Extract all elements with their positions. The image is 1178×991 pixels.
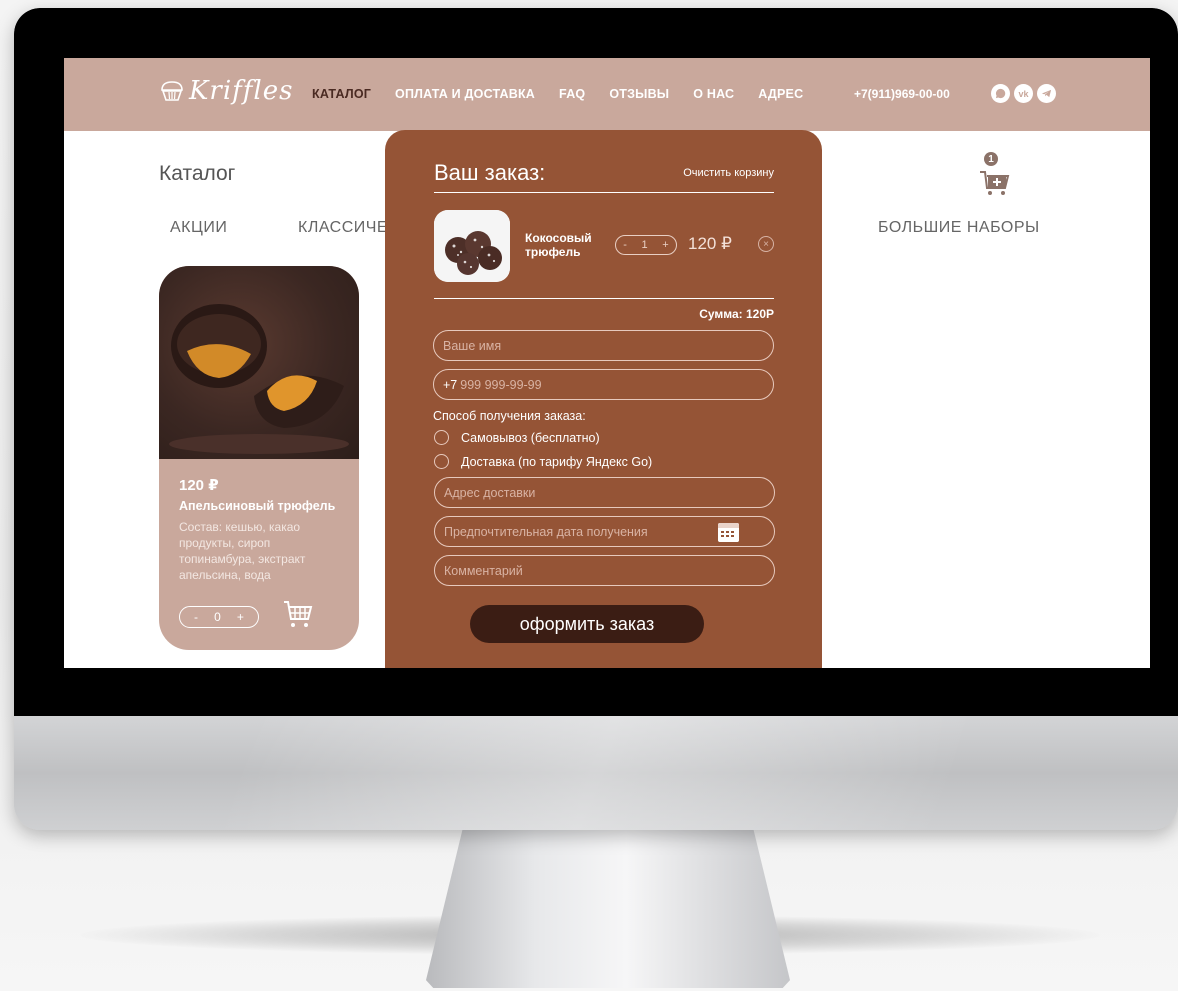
site-header: Kriffles КАТАЛОГ ОПЛАТА И ДОСТАВКА FAQ О… xyxy=(64,58,1150,131)
tab-promotions[interactable]: АКЦИИ xyxy=(170,219,227,237)
decrement-button[interactable]: - xyxy=(623,239,627,251)
divider xyxy=(434,192,774,193)
monitor-chin-shine xyxy=(14,716,1178,830)
radio-delivery[interactable]: Доставка (по тарифу Яндекс Go) xyxy=(434,454,652,469)
product-card: 120 ₽ Апельсиновый трюфель Состав: кешью… xyxy=(159,266,359,650)
quantity-value: 1 xyxy=(641,239,648,251)
tab-big-sets[interactable]: БОЛЬШИЕ НАБОРЫ xyxy=(878,219,1040,237)
quantity-value: 0 xyxy=(214,610,221,624)
nav-catalog[interactable]: КАТАЛОГ xyxy=(312,87,371,101)
order-item-image xyxy=(434,210,510,282)
address-placeholder: Адрес доставки xyxy=(444,485,536,500)
clear-cart-link[interactable]: Очистить корзину xyxy=(683,167,774,179)
delivery-method-label: Способ получения заказа: xyxy=(433,409,586,423)
phone-number[interactable]: +7(911)969-00-00 xyxy=(854,87,950,101)
order-modal: Ваш заказ: Очистить корзину Кокосовый тр… xyxy=(385,130,822,668)
calendar-icon[interactable] xyxy=(718,523,739,542)
increment-button[interactable]: + xyxy=(662,239,668,251)
phone-prefix: +7 xyxy=(443,377,458,392)
comment-placeholder: Комментарий xyxy=(444,563,523,578)
tab-classic[interactable]: КЛАССИЧЕ xyxy=(298,219,388,237)
product-name: Апельсиновый трюфель xyxy=(179,499,336,513)
nav-reviews[interactable]: ОТЗЫВЫ xyxy=(609,87,669,101)
add-to-cart-icon[interactable] xyxy=(283,599,313,629)
header-cart[interactable]: 1 xyxy=(978,152,1012,196)
increment-button[interactable]: + xyxy=(237,610,244,624)
website-screen: Kriffles КАТАЛОГ ОПЛАТА И ДОСТАВКА FAQ О… xyxy=(64,58,1150,668)
phone-input[interactable]: +7 999 999-99-99 xyxy=(433,369,774,400)
divider xyxy=(434,298,774,299)
order-sum: Сумма: 120Р xyxy=(699,307,774,321)
order-title: Ваш заказ: xyxy=(434,160,546,185)
order-item-name: Кокосовый трюфель xyxy=(525,231,592,259)
nav-about[interactable]: О НАС xyxy=(693,87,734,101)
product-image xyxy=(159,266,359,459)
main-nav: КАТАЛОГ ОПЛАТА И ДОСТАВКА FAQ ОТЗЫВЫ О Н… xyxy=(312,87,827,101)
vk-label: vk xyxy=(1018,88,1029,99)
page-title: Каталог xyxy=(159,162,236,185)
order-item-price: 120 ₽ xyxy=(688,234,732,253)
radio-label: Доставка (по тарифу Яндекс Go) xyxy=(461,454,653,469)
order-item-quantity-stepper[interactable]: - 1 + xyxy=(615,235,677,255)
phone-placeholder: 999 999-99-99 xyxy=(460,377,542,392)
name-placeholder: Ваше имя xyxy=(443,338,502,353)
radio-button[interactable] xyxy=(434,430,449,445)
name-input[interactable]: Ваше имя xyxy=(433,330,774,361)
social-links: vk xyxy=(991,84,1056,103)
cupcake-icon xyxy=(161,81,183,101)
site-logo[interactable]: Kriffles xyxy=(159,76,293,106)
nav-faq[interactable]: FAQ xyxy=(559,87,585,101)
monitor-stand xyxy=(426,830,790,988)
product-price: 120 ₽ xyxy=(179,477,219,494)
nav-payment-delivery[interactable]: ОПЛАТА И ДОСТАВКА xyxy=(395,87,535,101)
telegram-icon[interactable] xyxy=(1037,84,1056,103)
comment-input[interactable]: Комментарий xyxy=(434,555,775,586)
whatsapp-icon[interactable] xyxy=(991,84,1010,103)
address-input[interactable]: Адрес доставки xyxy=(434,477,775,508)
remove-item-icon[interactable]: × xyxy=(758,236,774,252)
decrement-button[interactable]: - xyxy=(194,610,198,624)
date-placeholder: Предпочтительная дата получения xyxy=(444,524,648,539)
radio-label: Самовывоз (бесплатно) xyxy=(461,430,600,445)
radio-pickup[interactable]: Самовывоз (бесплатно) xyxy=(434,430,600,445)
cart-icon xyxy=(980,171,1010,195)
product-description: Состав: кешью, какао продукты, сироп топ… xyxy=(179,520,306,582)
nav-address[interactable]: АДРЕС xyxy=(758,87,803,101)
vk-icon[interactable]: vk xyxy=(1014,84,1033,103)
submit-order-button[interactable]: оформить заказ xyxy=(470,605,704,643)
product-quantity-stepper[interactable]: - 0 + xyxy=(179,606,259,628)
radio-button[interactable] xyxy=(434,454,449,469)
logo-wordmark: Kriffles xyxy=(189,76,294,106)
